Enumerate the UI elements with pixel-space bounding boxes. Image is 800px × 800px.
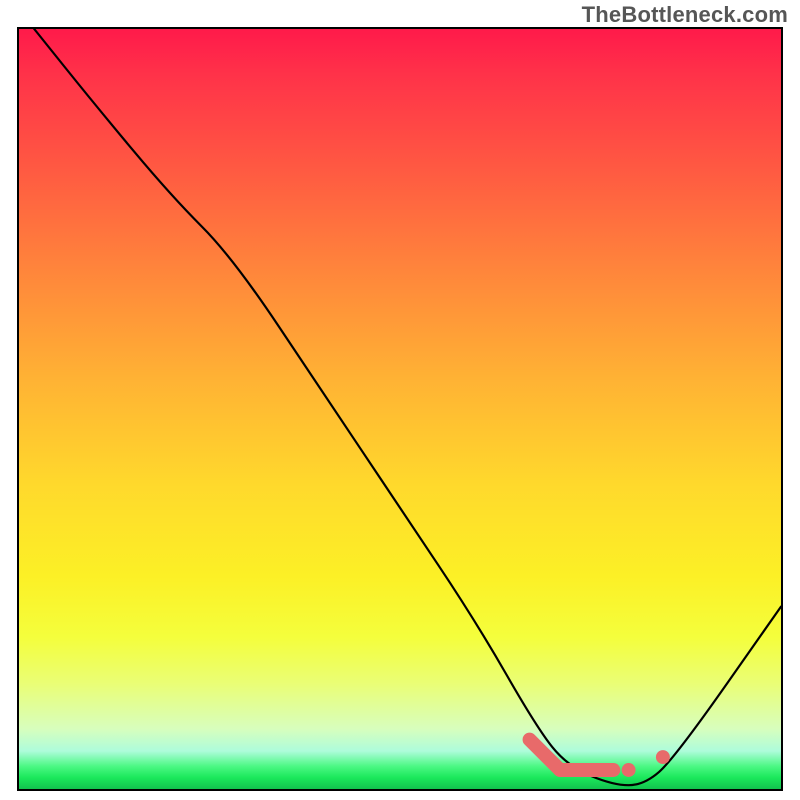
bottleneck-curve: [34, 29, 781, 785]
dot-1: [622, 763, 636, 777]
plot-area: [17, 27, 783, 791]
attribution-label: TheBottleneck.com: [582, 2, 788, 28]
chart-svg: [19, 29, 781, 789]
dot-2: [656, 750, 670, 764]
chart-frame: TheBottleneck.com: [0, 0, 800, 800]
